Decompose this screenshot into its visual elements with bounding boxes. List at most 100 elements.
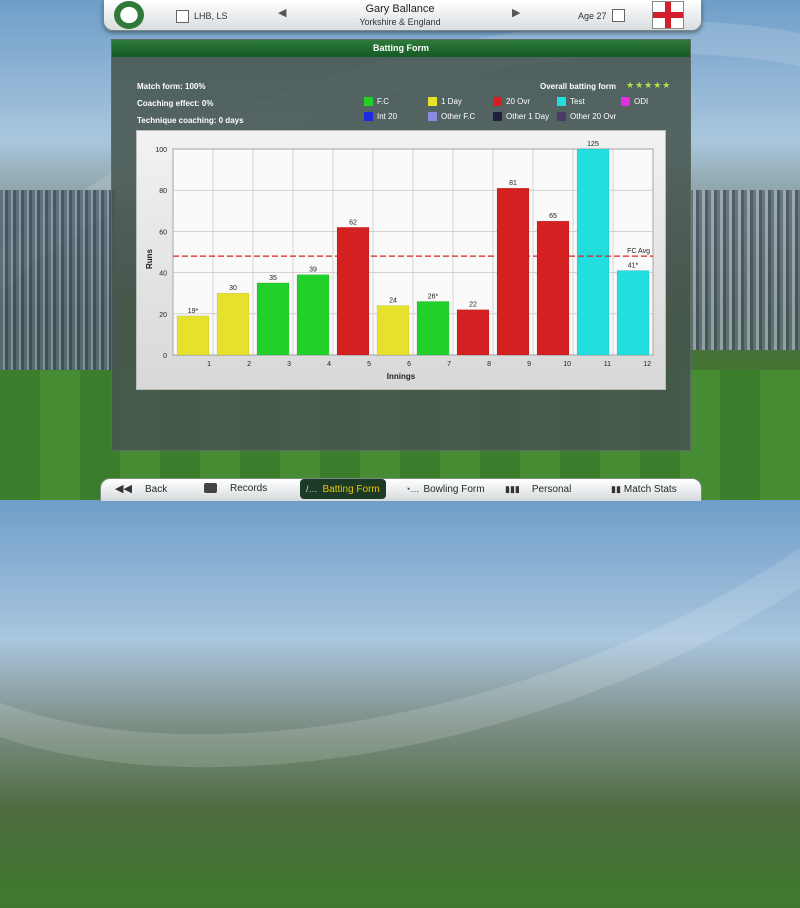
bowling-form-icon: ◔… (405, 484, 420, 494)
bar (336, 227, 370, 356)
legend-swatch-other-1day (493, 112, 502, 121)
y-tick-label: 40 (159, 271, 167, 278)
player-age: Age 27 (578, 11, 607, 21)
records-icon (204, 483, 217, 494)
bar (376, 305, 410, 356)
bar-value-label: 125 (587, 141, 599, 148)
legend-swatch-1day (428, 97, 437, 106)
bar-value-label: 65 (549, 213, 557, 220)
x-tick-label: 10 (563, 361, 571, 368)
x-tick-label: 11 (604, 361, 611, 368)
batting-form-label: Batting Form (322, 484, 380, 495)
bar (256, 282, 290, 356)
personal-label: Personal (531, 484, 572, 495)
legend-label-fc: F.C (377, 97, 389, 106)
bar (296, 274, 330, 356)
match-form: Match form: 100% (137, 82, 206, 91)
back-label: Back (144, 484, 168, 495)
match-stats-button[interactable]: ▮▮ Match Stats (611, 478, 677, 500)
bar-value-label: 35 (269, 275, 277, 282)
bar-value-label: 39 (309, 267, 317, 274)
edit-icon[interactable] (612, 9, 625, 22)
y-tick-label: 80 (159, 188, 167, 195)
bar-value-label: 81 (509, 180, 517, 187)
next-player-arrow-icon[interactable]: ▶ (512, 6, 520, 19)
x-axis-label: Innings (387, 372, 416, 381)
match-stats-label: Match Stats (623, 484, 677, 495)
legend-swatch-fc (364, 97, 373, 106)
batting-form-button[interactable]: /… Batting Form (300, 479, 386, 499)
bar-value-label: 22 (469, 302, 477, 309)
bar (496, 187, 530, 356)
x-tick-label: 4 (327, 361, 331, 368)
records-button[interactable]: Records (204, 478, 267, 500)
legend-label-int20: Int 20 (377, 112, 398, 121)
y-tick-label: 0 (163, 353, 167, 360)
player-team: Yorkshire & England (359, 17, 441, 27)
chart-svg: Runs Innings 02040608010019*130235339462… (145, 141, 654, 381)
legend-swatch-other-20ovr (557, 112, 566, 121)
y-tick-label: 100 (155, 147, 167, 154)
x-tick-label: 7 (447, 361, 451, 368)
bar-value-label: 24 (389, 298, 397, 305)
overall-form-stars: ★★★★★ (626, 80, 672, 90)
county-crest-icon (114, 1, 144, 29)
technique-coaching: Technique coaching: 0 days (137, 116, 244, 125)
back-button[interactable]: ◀◀ Back (115, 478, 167, 500)
coaching-effect: Coaching effect: 0% (137, 99, 214, 108)
x-tick-label: 3 (287, 361, 291, 368)
bar (176, 315, 210, 356)
legend-label-other-20ovr: Other 20 Ovr (570, 112, 617, 121)
bar (536, 220, 570, 356)
x-tick-label: 1 (207, 361, 211, 368)
y-tick-label: 20 (159, 312, 167, 319)
legend-label-20ovr: 20 Ovr (506, 97, 531, 106)
bar-value-label: 19* (188, 308, 199, 315)
player-name: Gary Ballance (365, 3, 435, 15)
england-flag-icon (652, 1, 684, 29)
y-tick-label: 60 (159, 229, 167, 236)
x-tick-label: 9 (527, 361, 531, 368)
bowling-form-button[interactable]: ◔… Bowling Form (405, 478, 485, 500)
x-tick-label: 6 (407, 361, 411, 368)
bar-value-label: 30 (229, 285, 237, 292)
bar-value-label: 62 (349, 219, 357, 226)
batting-style-icon (176, 10, 189, 23)
bar (576, 148, 610, 356)
bar-value-label: 41* (628, 263, 639, 270)
legend-swatch-odi (621, 97, 630, 106)
x-tick-label: 8 (487, 361, 491, 368)
y-axis-label: Runs (145, 248, 154, 269)
bar (616, 270, 650, 356)
legend-swatch-other-fc (428, 112, 437, 121)
panel-title: Batting Form (112, 40, 690, 57)
back-icon: ◀◀ (115, 483, 135, 495)
batting-form-chart: Runs Innings 0 20 40 60 80 100 19* 1 30 2 35 3 39 4 62… (136, 130, 666, 390)
x-tick-label: 2 (247, 361, 251, 368)
legend-label-test: Test (570, 97, 585, 106)
overall-form-label: Overall batting form (540, 82, 617, 91)
match-stats-icon: ▮▮ (611, 484, 621, 494)
background-stand-right (690, 190, 800, 350)
batting-form-icon: /… (306, 484, 318, 494)
personal-button[interactable]: ▮▮▮ Personal (505, 478, 571, 500)
records-label: Records (230, 483, 268, 494)
x-tick-label: 5 (367, 361, 371, 368)
legend-swatch-int20 (364, 112, 373, 121)
legend-swatch-test (557, 97, 566, 106)
bar (456, 309, 490, 356)
legend-label-other-1day: Other 1 Day (506, 112, 550, 121)
background-stand-left (0, 190, 115, 375)
batting-style: LHB, LS (194, 11, 228, 21)
legend-swatch-20ovr (493, 97, 502, 106)
personal-icon: ▮▮▮ (505, 484, 520, 494)
legend-label-other-fc: Other F.C (441, 112, 476, 121)
bar (416, 301, 450, 356)
bar-value-label: 26* (428, 293, 439, 300)
x-tick-label: 12 (643, 361, 651, 368)
bowling-form-label: Bowling Form (423, 484, 485, 495)
legend-label-1day: 1 Day (441, 97, 462, 106)
legend-label-odi: ODI (634, 97, 649, 106)
previous-player-arrow-icon[interactable]: ◀ (278, 6, 286, 19)
bar (216, 292, 250, 356)
